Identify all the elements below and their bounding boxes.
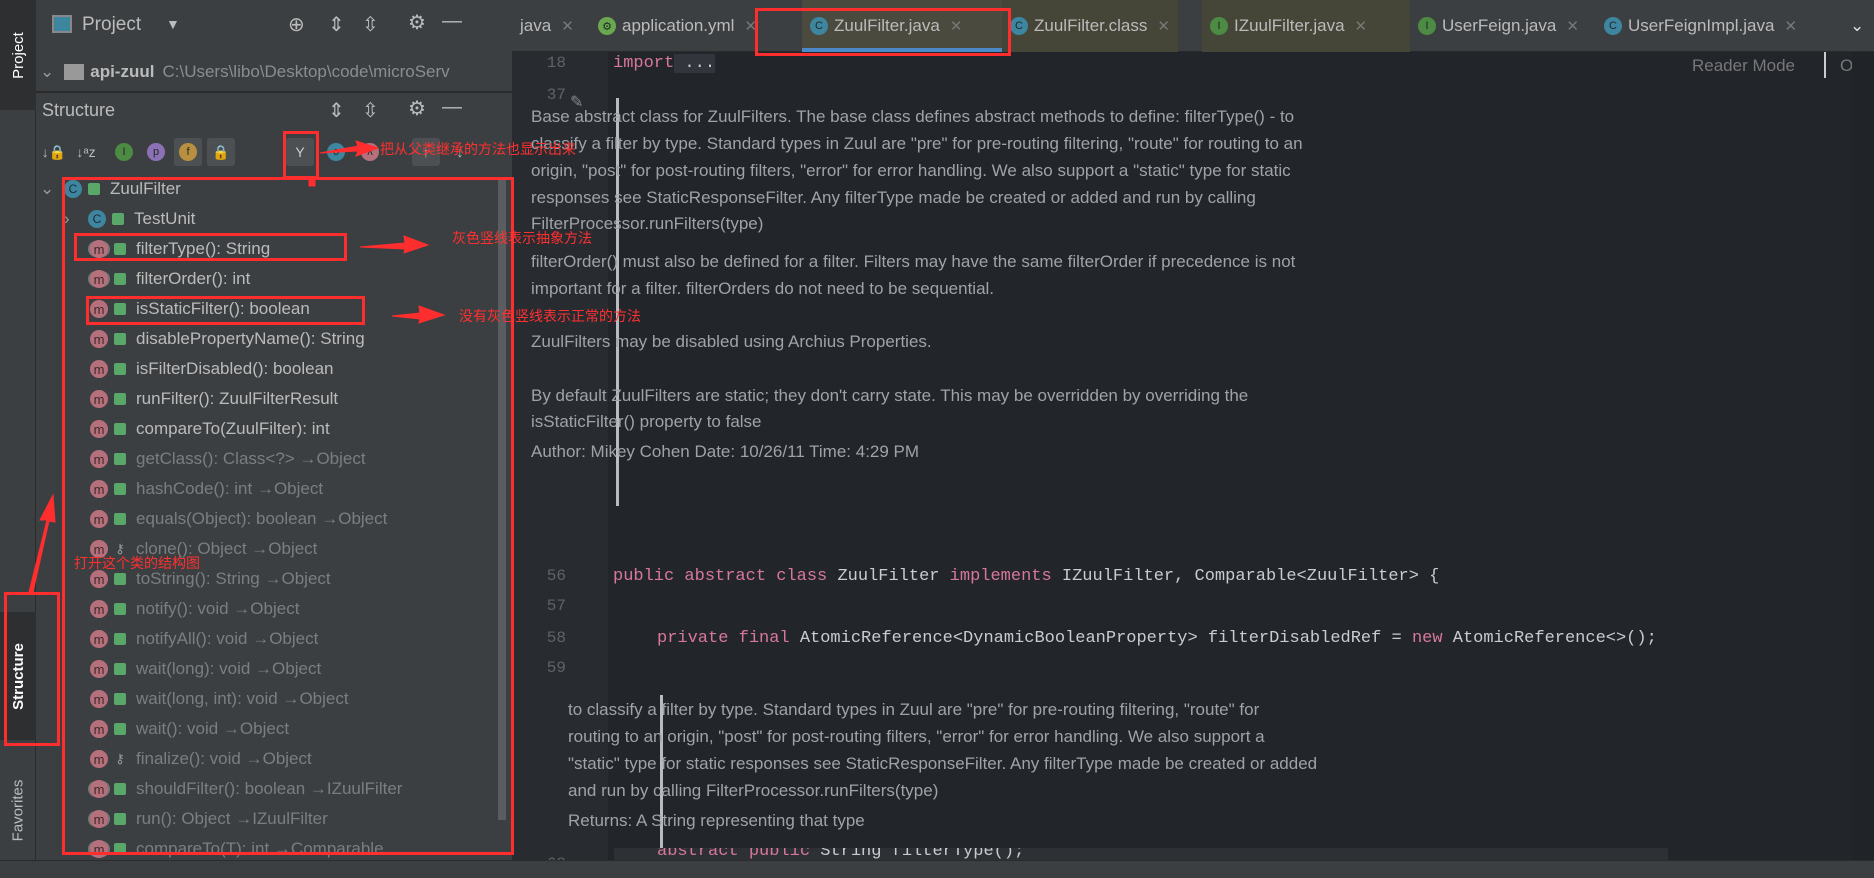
arrow-icon bbox=[28, 493, 56, 593]
arrow-icon bbox=[391, 305, 446, 324]
arrow-icon bbox=[319, 140, 380, 157]
annotation-abstract-note: 灰色竖线表示抽象方法 bbox=[452, 230, 592, 246]
annotation-arrows bbox=[28, 140, 446, 593]
arrow-icon bbox=[359, 235, 430, 254]
annotation-open-structure: 打开这个类的结构图 bbox=[74, 555, 200, 571]
annotation-normal-note: 没有灰色竖线表示正常的方法 bbox=[459, 308, 641, 324]
annotation-show-inherited: 把从父类继承的方法也显示出来 bbox=[380, 141, 576, 157]
